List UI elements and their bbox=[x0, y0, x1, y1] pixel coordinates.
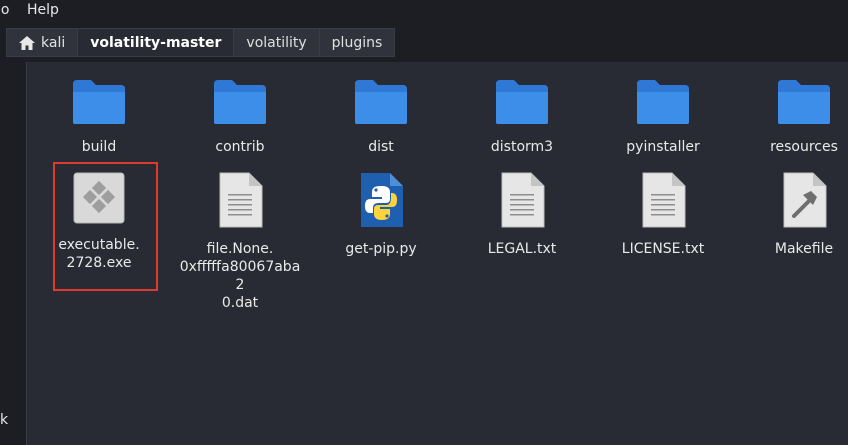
file-item-pyinstaller[interactable]: pyinstaller bbox=[593, 78, 733, 156]
crumb-label: volatility-master bbox=[90, 34, 222, 51]
home-icon bbox=[19, 35, 35, 50]
crumb-kali[interactable]: kali bbox=[6, 28, 78, 57]
sidebar-partial-text: k bbox=[0, 412, 9, 428]
makefile-icon bbox=[783, 172, 827, 228]
file-label: pyinstaller bbox=[626, 139, 700, 155]
file-item-license[interactable]: LICENSE.txt bbox=[593, 172, 733, 258]
file-label: distorm3 bbox=[490, 139, 554, 155]
breadcrumb: kali volatility-master volatility plugin… bbox=[6, 28, 848, 57]
file-label: contrib bbox=[215, 139, 265, 155]
menu-go[interactable]: Go bbox=[0, 2, 9, 18]
path-bar: kali volatility-master volatility plugin… bbox=[0, 22, 848, 62]
python-file-icon bbox=[361, 173, 403, 227]
sidebar[interactable]: k bbox=[0, 62, 27, 445]
file-item-contrib[interactable]: contrib bbox=[170, 78, 310, 156]
crumb-label: kali bbox=[41, 34, 66, 51]
file-label: Makefile bbox=[774, 241, 834, 257]
file-item-dat[interactable]: file.None. 0xfffffa80067aba2 0.dat bbox=[170, 172, 310, 312]
crumb-label: volatility bbox=[246, 34, 307, 51]
text-file-icon bbox=[219, 172, 263, 228]
file-item-build[interactable]: build bbox=[29, 78, 169, 156]
crumb-plugins[interactable]: plugins bbox=[318, 28, 396, 57]
file-label: build bbox=[81, 139, 117, 155]
menu-bar: Go Help bbox=[0, 0, 848, 22]
menu-help[interactable]: Help bbox=[27, 2, 59, 18]
file-label: dist bbox=[368, 139, 394, 155]
highlight-box bbox=[53, 162, 158, 291]
file-item-get-pip[interactable]: get-pip.py bbox=[311, 172, 451, 258]
file-item-dist[interactable]: dist bbox=[311, 78, 451, 156]
folder-icon bbox=[778, 80, 830, 124]
file-item-distorm3[interactable]: distorm3 bbox=[452, 78, 592, 156]
text-file-icon bbox=[501, 172, 545, 228]
folder-icon bbox=[637, 80, 689, 124]
file-label: get-pip.py bbox=[345, 241, 417, 257]
crumb-volatility[interactable]: volatility bbox=[233, 28, 319, 57]
file-label: LEGAL.txt bbox=[487, 241, 557, 257]
crumb-label: plugins bbox=[331, 34, 383, 51]
file-item-legal[interactable]: LEGAL.txt bbox=[452, 172, 592, 258]
folder-icon bbox=[214, 80, 266, 124]
file-label: LICENSE.txt bbox=[621, 241, 705, 257]
text-file-icon bbox=[642, 172, 686, 228]
folder-icon bbox=[355, 80, 407, 124]
file-item-resources[interactable]: resources bbox=[734, 78, 848, 156]
crumb-volatility-master[interactable]: volatility-master bbox=[77, 28, 234, 57]
file-label: resources bbox=[770, 139, 838, 155]
file-label: file.None. 0xfffffa80067aba2 0.dat bbox=[179, 241, 301, 311]
file-item-makefile[interactable]: Makefile bbox=[734, 172, 848, 258]
folder-icon bbox=[496, 80, 548, 124]
folder-icon bbox=[73, 80, 125, 124]
